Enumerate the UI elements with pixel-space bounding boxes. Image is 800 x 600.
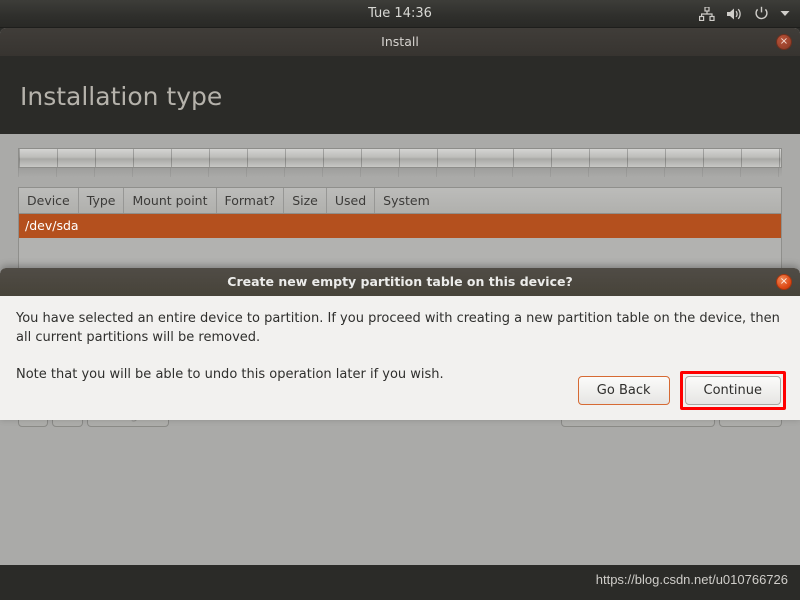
- watermark: https://blog.csdn.net/u010766726: [595, 572, 788, 587]
- window-title: Install: [381, 34, 419, 49]
- panel-indicator-area: [699, 0, 790, 27]
- column-header-format[interactable]: Format?: [217, 188, 285, 213]
- volume-icon[interactable]: [726, 7, 743, 21]
- continue-button[interactable]: Continue: [684, 376, 781, 405]
- partition-usage-bar: [18, 148, 782, 168]
- dialog-titlebar: Create new empty partition table on this…: [0, 268, 800, 296]
- window-titlebar: Install ×: [0, 28, 800, 56]
- panel-clock[interactable]: Tue 14:36: [0, 0, 800, 27]
- go-back-button[interactable]: Go Back: [577, 376, 670, 405]
- continue-button-highlight-annotation: Continue: [679, 371, 786, 410]
- dialog-title: Create new empty partition table on this…: [227, 274, 573, 289]
- table-row[interactable]: /dev/sda: [19, 214, 781, 238]
- column-header-size[interactable]: Size: [284, 188, 327, 213]
- partition-table-header: Device Type Mount point Format? Size Use…: [19, 188, 781, 214]
- dialog-close-icon[interactable]: ×: [776, 274, 792, 290]
- power-icon[interactable]: [754, 6, 769, 21]
- page-title: Installation type: [20, 82, 223, 111]
- network-icon[interactable]: [699, 6, 715, 21]
- desktop-top-panel: Tue 14:36: [0, 0, 800, 28]
- page-header: Installation type: [0, 56, 800, 134]
- chevron-down-icon[interactable]: [780, 10, 790, 17]
- column-header-mount-point[interactable]: Mount point: [124, 188, 217, 213]
- partition-usage-reflection: [18, 168, 782, 177]
- column-header-system[interactable]: System: [375, 188, 781, 213]
- window-close-icon[interactable]: ×: [776, 34, 792, 50]
- column-header-type[interactable]: Type: [79, 188, 125, 213]
- column-header-used[interactable]: Used: [327, 188, 376, 213]
- partition-usage-visualization: [18, 142, 782, 177]
- confirm-partition-table-dialog: Create new empty partition table on this…: [0, 268, 800, 420]
- dialog-paragraph-primary: You have selected an entire device to pa…: [16, 311, 780, 345]
- dialog-button-row: Go Back Continue: [577, 371, 786, 410]
- column-header-device[interactable]: Device: [19, 188, 79, 213]
